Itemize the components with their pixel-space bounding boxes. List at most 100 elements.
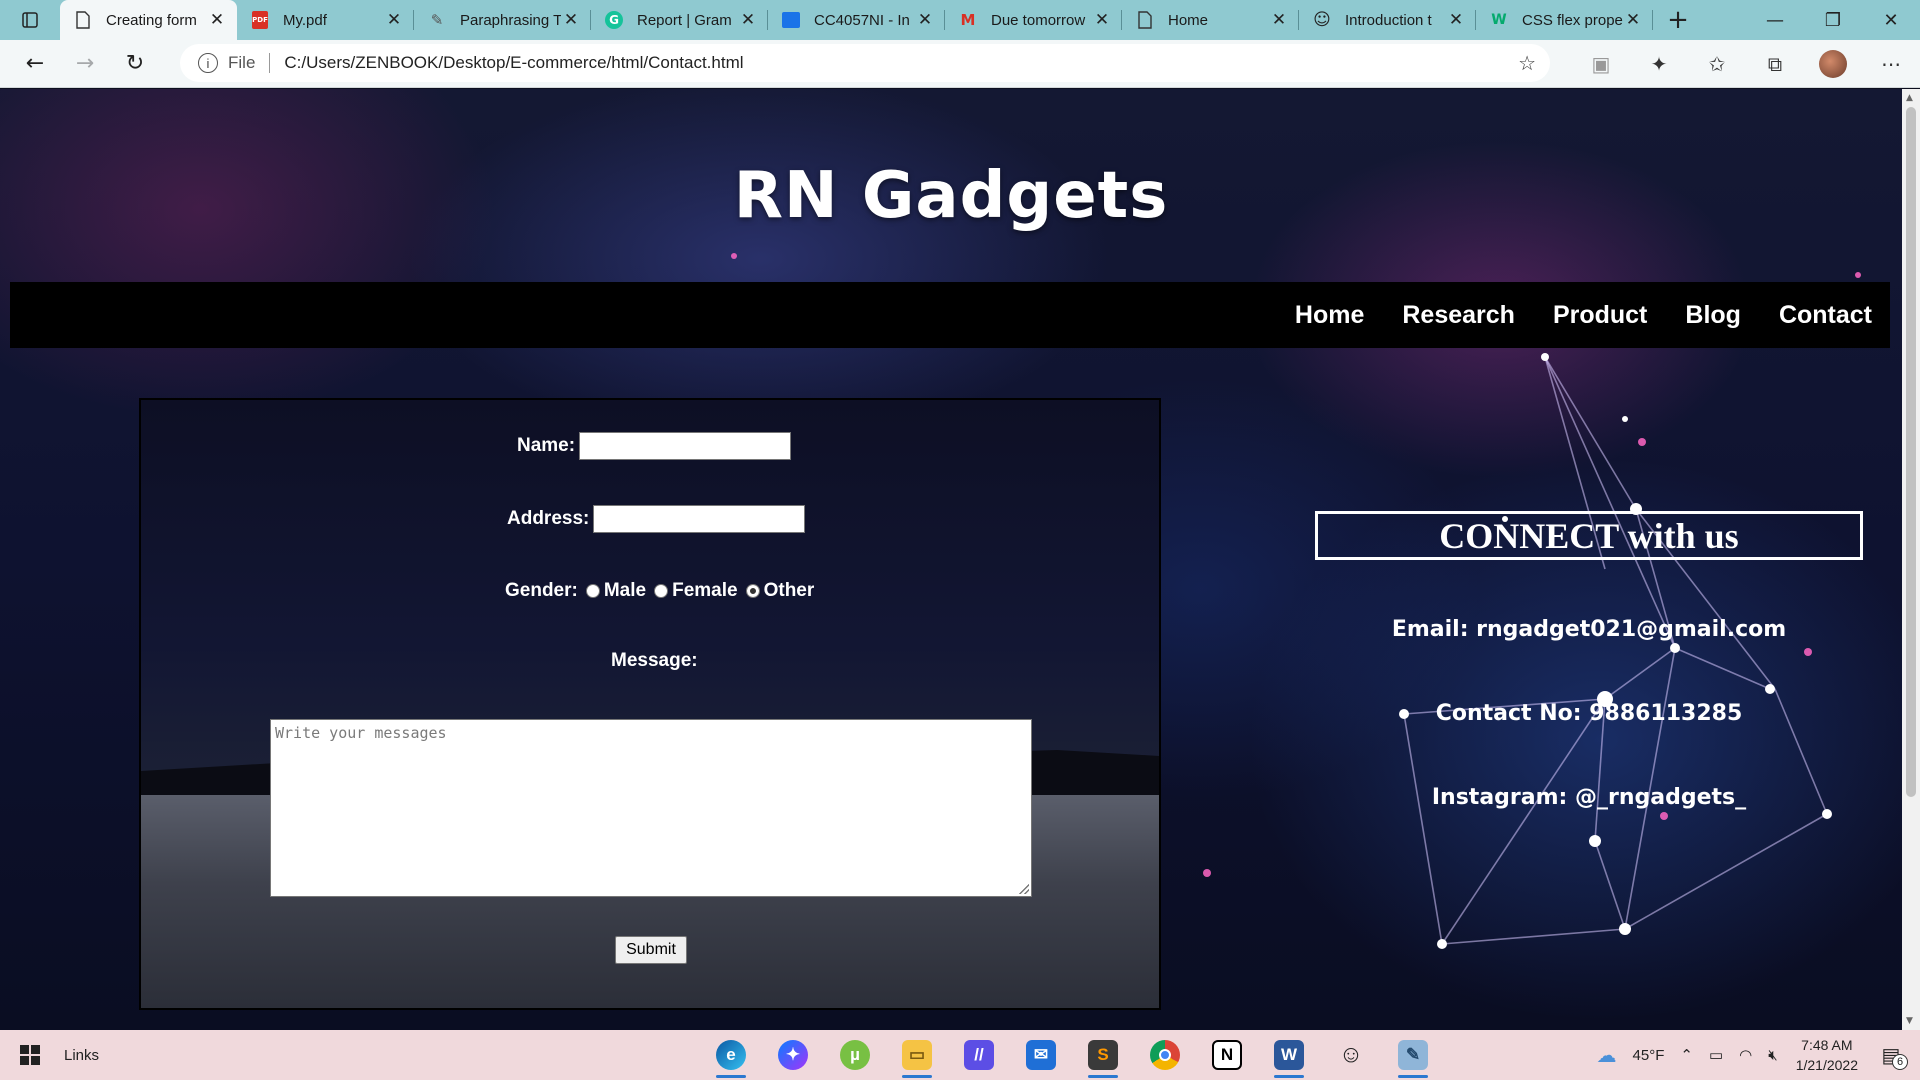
- gender-row: Gender: Male Female Other: [505, 580, 814, 602]
- active-indicator: [1274, 1075, 1304, 1078]
- browser-tab[interactable]: PDF My.pdf ✕: [237, 0, 414, 40]
- address-input[interactable]: [593, 505, 806, 533]
- tab-separator: [1652, 10, 1653, 30]
- submit-button[interactable]: Submit: [615, 936, 687, 964]
- sublime-text-icon: S: [1088, 1040, 1118, 1070]
- message-label: Message:: [611, 650, 698, 671]
- clock[interactable]: 7:48 AM 1/21/2022: [1796, 1035, 1858, 1075]
- gender-radio-other[interactable]: [745, 584, 760, 598]
- name-input[interactable]: [579, 432, 792, 460]
- connect-heading: CONNECT with us: [1315, 511, 1863, 560]
- taskbar-app-messenger[interactable]: ✦: [762, 1030, 824, 1080]
- close-tab-icon[interactable]: ✕: [1446, 10, 1466, 30]
- taskbar-app-utorrent[interactable]: µ: [824, 1030, 886, 1080]
- show-hidden-icons-icon[interactable]: ⌃: [1680, 1046, 1693, 1064]
- new-tab-button[interactable]: +: [1653, 0, 1703, 40]
- nav-link-blog[interactable]: Blog: [1685, 301, 1741, 330]
- taskbar-app-sublime-text[interactable]: S: [1072, 1030, 1134, 1080]
- tab-label: CSS flex prope: [1522, 11, 1623, 29]
- active-indicator: [1088, 1075, 1118, 1078]
- url-text[interactable]: C:/Users/ZENBOOK/Desktop/E-commerce/html…: [284, 53, 743, 73]
- avatar: [1819, 50, 1847, 78]
- weather-temperature[interactable]: 45°F: [1633, 1047, 1665, 1064]
- favorites-icon[interactable]: ✩: [1688, 52, 1746, 76]
- close-tab-icon[interactable]: ✕: [1092, 10, 1112, 30]
- browser-tab[interactable]: CC4057NI - In ✕: [768, 0, 945, 40]
- volume-muted-icon[interactable]: 🔇︎: [1768, 1047, 1777, 1064]
- browser-tab[interactable]: Home ✕: [1122, 0, 1299, 40]
- browser-tab[interactable]: M Due tomorrow ✕: [945, 0, 1122, 40]
- contact-email: Email: rngadget021@gmail.com: [1391, 617, 1787, 642]
- close-tab-icon[interactable]: ✕: [561, 10, 581, 30]
- close-tab-icon[interactable]: ✕: [738, 10, 758, 30]
- taskbar-app-mail[interactable]: ✉: [1010, 1030, 1072, 1080]
- collections-icon[interactable]: ▣: [1572, 52, 1630, 76]
- tab-label: Home: [1168, 11, 1209, 29]
- notification-count: 6: [1892, 1054, 1908, 1070]
- close-window-button[interactable]: ✕: [1862, 0, 1920, 40]
- scrollbar-thumb[interactable]: [1906, 107, 1916, 797]
- mail-icon: ✉: [1026, 1040, 1056, 1070]
- minimize-button[interactable]: —: [1746, 0, 1804, 40]
- notification-center-button[interactable]: ▤ 6: [1876, 1040, 1908, 1070]
- close-tab-icon[interactable]: ✕: [207, 10, 227, 30]
- address-bar[interactable]: i File C:/Users/ZENBOOK/Desktop/E-commer…: [180, 44, 1550, 82]
- links-toolbar[interactable]: Links: [64, 1047, 99, 1064]
- classroom-icon: [782, 11, 800, 29]
- browser-tab[interactable]: G Report | Gram ✕: [591, 0, 768, 40]
- taskbar-app-edge[interactable]: e: [700, 1030, 762, 1080]
- tab-actions-button[interactable]: [0, 0, 60, 40]
- gender-option-male: Male: [603, 580, 647, 601]
- info-icon[interactable]: i: [198, 53, 218, 73]
- browser-tab[interactable]: Creating form ✕: [60, 0, 237, 40]
- utorrent-icon: µ: [840, 1040, 870, 1070]
- taskbar-app-file-explorer[interactable]: ▭: [886, 1030, 948, 1080]
- battery-icon[interactable]: ▭: [1709, 1046, 1723, 1064]
- window-controls: — ❐ ✕: [1746, 0, 1920, 40]
- nav-link-research[interactable]: Research: [1402, 301, 1515, 330]
- nav-link-home[interactable]: Home: [1295, 301, 1364, 330]
- taskbar-app-emoji[interactable]: ☺: [1320, 1030, 1382, 1080]
- taskbar-app-word[interactable]: W: [1258, 1030, 1320, 1080]
- collections-button-icon[interactable]: ⧉: [1746, 52, 1804, 76]
- taskbar-app-notion[interactable]: N: [1196, 1030, 1258, 1080]
- quill-icon: ✎: [430, 11, 444, 29]
- taskbar-app-visual-studio[interactable]: //: [948, 1030, 1010, 1080]
- back-button[interactable]: ←: [10, 44, 60, 84]
- tab-label: Introduction t: [1345, 11, 1432, 29]
- notion-icon: N: [1212, 1040, 1242, 1070]
- maximize-button[interactable]: ❐: [1804, 0, 1862, 40]
- forward-button[interactable]: →: [60, 44, 110, 84]
- main-navigation: Home Research Product Blog Contact: [10, 282, 1890, 348]
- notepad-icon: ✎: [1398, 1040, 1428, 1070]
- refresh-button[interactable]: ↻: [110, 44, 160, 84]
- nav-link-product[interactable]: Product: [1553, 301, 1647, 330]
- profile-button[interactable]: [1804, 50, 1862, 78]
- system-tray: ☁ 45°F ⌃ ▭ ◠ 🔇︎ 7:48 AM 1/21/2022 ▤ 6: [1589, 1030, 1920, 1080]
- close-tab-icon[interactable]: ✕: [384, 10, 404, 30]
- more-options-icon[interactable]: ⋯: [1862, 52, 1920, 76]
- browser-tab[interactable]: ✎ Paraphrasing T ✕: [414, 0, 591, 40]
- extensions-icon[interactable]: ✦: [1630, 52, 1688, 76]
- page-scrollbar[interactable]: ▲ ▼: [1902, 89, 1920, 1030]
- gender-radio-male[interactable]: [585, 584, 600, 598]
- nav-link-contact[interactable]: Contact: [1779, 301, 1872, 330]
- scroll-up-icon[interactable]: ▲: [1906, 93, 1913, 103]
- close-tab-icon[interactable]: ✕: [1269, 10, 1289, 30]
- message-textarea[interactable]: Write your messages: [270, 719, 1032, 897]
- start-button[interactable]: [0, 1030, 60, 1080]
- scroll-down-icon[interactable]: ▼: [1906, 1016, 1913, 1026]
- taskbar-app-chrome[interactable]: [1134, 1030, 1196, 1080]
- contact-instagram: Instagram: @_rngadgets_: [1431, 785, 1747, 810]
- gender-radio-female[interactable]: [654, 584, 669, 598]
- add-favorite-icon[interactable]: ☆: [1518, 51, 1536, 76]
- tab-label: Creating form: [106, 11, 197, 29]
- wifi-icon[interactable]: ◠: [1739, 1046, 1752, 1064]
- close-tab-icon[interactable]: ✕: [1623, 10, 1643, 30]
- resize-grip-icon[interactable]: [1019, 884, 1029, 894]
- browser-tab[interactable]: ☺ Introduction t ✕: [1299, 0, 1476, 40]
- browser-tab[interactable]: W CSS flex prope ✕: [1476, 0, 1653, 40]
- taskbar-app-notepad[interactable]: ✎: [1382, 1030, 1444, 1080]
- weather-icon[interactable]: ☁: [1597, 1043, 1617, 1068]
- close-tab-icon[interactable]: ✕: [915, 10, 935, 30]
